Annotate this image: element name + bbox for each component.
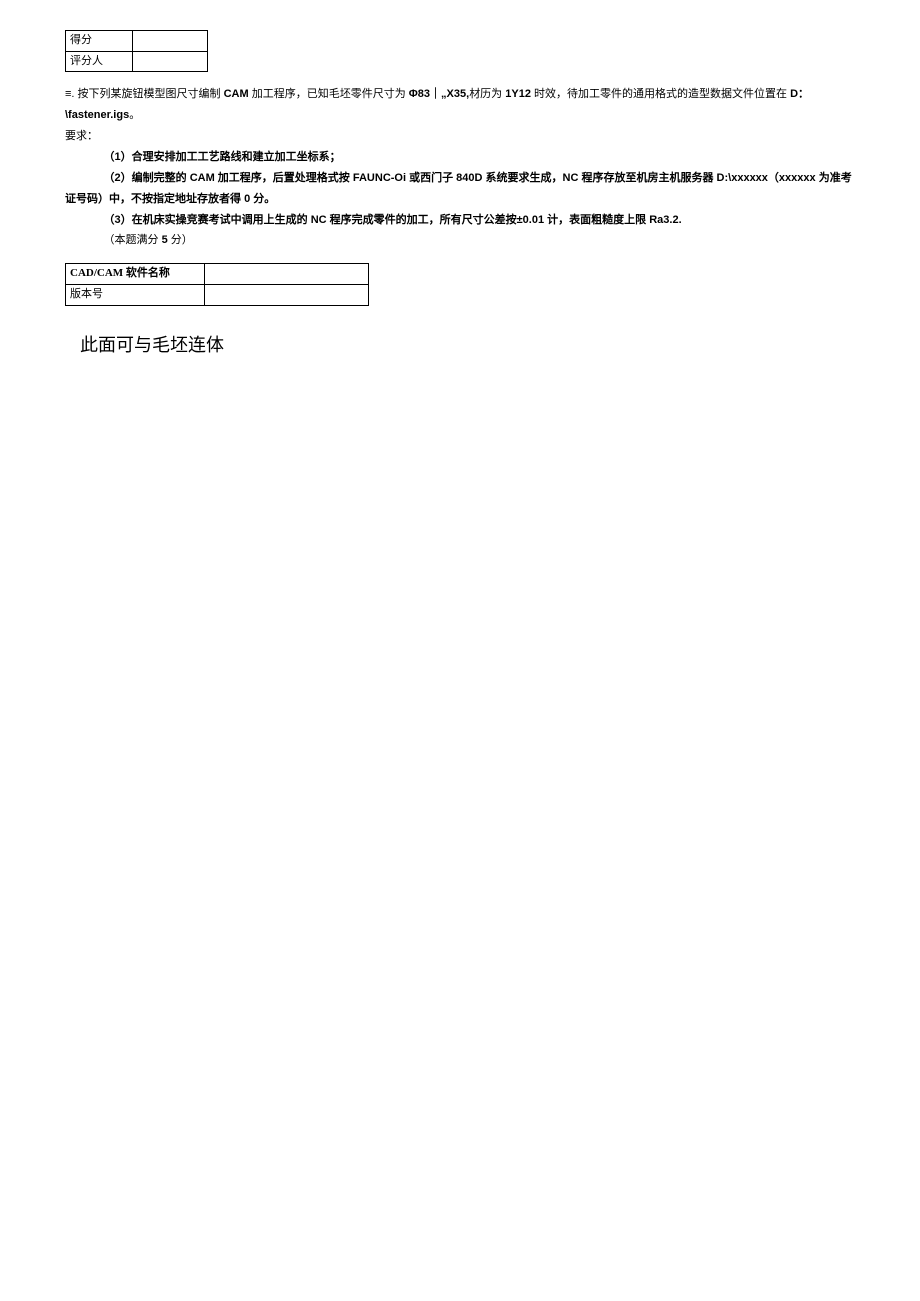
requirements-header: 要求：	[65, 126, 855, 147]
table-row: 版本号	[66, 284, 369, 305]
score-value	[133, 31, 208, 52]
table-row: 评分人	[66, 51, 208, 72]
score-table: 得分 评分人	[65, 30, 208, 72]
software-name-value	[205, 264, 369, 285]
question-text: ≡. 按下列某旋钮模型图尺寸编制 CAM 加工程序，已知毛坯零件尺寸为 Φ83｜…	[65, 84, 855, 251]
table-row: 得分	[66, 31, 208, 52]
table-row: CAD/CAM 软件名称	[66, 264, 369, 285]
annotation-text: 此面可与毛坯连体	[80, 331, 855, 360]
requirement-item-2-line-1: （2）编制完整的 CAM 加工程序，后置处理格式按 FAUNC-Oi 或西门子 …	[65, 168, 855, 210]
software-name-label: CAD/CAM 软件名称	[66, 264, 205, 285]
version-label: 版本号	[66, 284, 205, 305]
version-value	[205, 284, 369, 305]
grader-label: 评分人	[66, 51, 133, 72]
requirement-item-3: （3）在机床实操竞赛考试中调用上生成的 NC 程序完成零件的加工，所有尺寸公差按…	[65, 210, 855, 231]
score-note: （本题满分 5 分）	[65, 230, 855, 251]
grader-value	[133, 51, 208, 72]
score-label: 得分	[66, 31, 133, 52]
requirement-item-1: （1）合理安排加工工艺路线和建立加工坐标系；	[65, 147, 855, 168]
question-line-1: ≡. 按下列某旋钮模型图尺寸编制 CAM 加工程序，已知毛坯零件尺寸为 Φ83｜…	[65, 84, 855, 105]
question-line-2: \fastener.igs。	[65, 105, 855, 126]
software-table: CAD/CAM 软件名称 版本号	[65, 263, 369, 305]
